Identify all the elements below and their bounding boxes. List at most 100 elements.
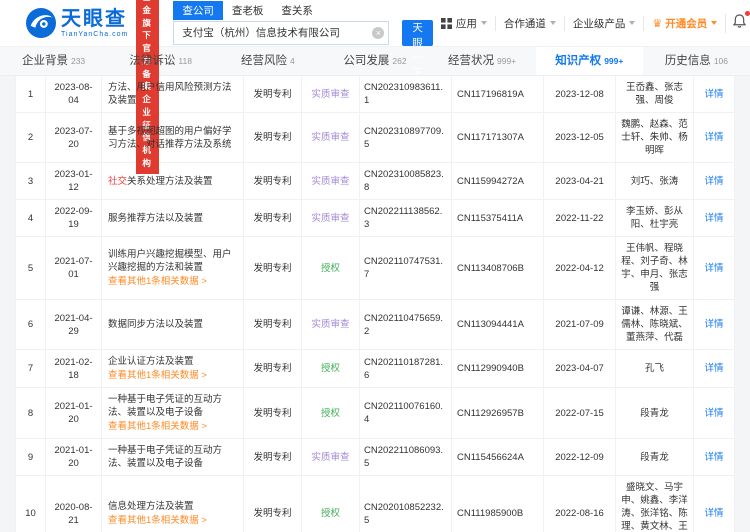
tab-count: 4 [289,56,295,66]
patent-name-cell: 基于多视图超图的用户偏好学习方法、对话推荐方法及系统 [102,113,244,162]
menu-cooperation[interactable]: 合作通道 [494,15,564,31]
patent-name: 关系处理方法及装置 [127,175,213,187]
publication-date: 2023-12-08 [544,76,616,112]
tab-company-background[interactable]: 企业背景 233 [0,47,107,75]
publication-number: CN111985900B [452,476,544,532]
row-index: 5 [16,237,46,299]
table-row: 2 2023-07-20 基于多视图超图的用户偏好学习方法、对话推荐方法及系统 … [16,113,734,163]
detail-link[interactable]: 详情 [704,212,723,225]
tianyancha-logo[interactable]: 天眼查 TianYanCha.com [26,8,128,38]
search-area: 查公司 查老板 查关系 × 天眼一下 [173,0,433,79]
detail-link[interactable]: 详情 [704,407,723,420]
status-badge: 实质审查 [311,88,350,100]
related-data-link[interactable]: 查看其他1条相关数据 > [108,420,237,433]
row-index: 10 [16,476,46,532]
table-row: 10 2020-08-21 信息处理方法及装置 查看其他1条相关数据 > 发明专… [16,476,734,532]
menu-vip[interactable]: ♛ 开通会员 [643,15,725,31]
tab-company-development[interactable]: 公司发展 262 [321,47,428,75]
application-date: 2020-08-21 [46,476,102,532]
patent-type: 发明专利 [244,76,302,112]
patent-name-cell: 服务推荐方法以及装置 [102,200,244,236]
related-data-link[interactable]: 查看其他1条相关数据 > [108,369,207,382]
tab-count: 262 [392,56,407,66]
tab-business-status[interactable]: 经营状况 999+ [429,47,536,75]
tab-label: 法律诉讼 [129,55,176,67]
publication-number: CN113094441A [452,300,544,349]
status-badge: 实质审查 [311,319,350,330]
clear-icon[interactable]: × [372,26,385,39]
application-date: 2021-07-01 [46,237,102,299]
detail-link[interactable]: 详情 [704,318,723,331]
menu-enterprise[interactable]: 企业级产品 [563,15,644,31]
patent-type: 发明专利 [244,200,302,236]
row-index: 8 [16,388,46,438]
detail-cell: 详情 [694,476,734,532]
patent-name: 训练用户兴趣挖掘模型、用户兴趣挖掘的方法和装置 [108,249,232,273]
application-number: CN202110076160.4 [360,388,452,438]
status-badge: 授权 [320,363,340,374]
inventors: 魏鹏、赵森、范士轩、朱帅、杨明晖 [616,113,694,162]
status-cell: 实质审查 [302,76,360,112]
tab-intellectual-property[interactable]: 知识产权 999+ [535,47,643,75]
detail-cell: 详情 [694,76,734,112]
table-row: 7 2021-02-18 企业认证方法及装置 查看其他1条相关数据 > 发明专利… [16,350,734,388]
menu-apps[interactable]: 应用 [433,16,495,31]
detail-link[interactable]: 详情 [704,507,723,520]
tab-operating-risk[interactable]: 经营风险 4 [214,47,321,75]
patent-name: 服务推荐方法以及装置 [108,212,204,224]
related-data-link[interactable]: 查看其他1条相关数据 > [108,514,207,527]
table-row: 3 2023-01-12 社交关系处理方法及装置 发明专利 实质审查 CN202… [16,163,734,200]
publication-date: 2022-11-22 [544,200,616,236]
status-cell: 实质审查 [302,163,360,199]
row-index: 7 [16,350,46,387]
patent-name-cell: 信息处理方法及装置 查看其他1条相关数据 > [102,476,244,532]
application-date: 2022-09-19 [46,200,102,236]
patent-name: 基于多视图超图的用户偏好学习方法、对话推荐方法及系统 [108,125,232,150]
detail-link[interactable]: 详情 [704,262,723,275]
status-cell: 实质审查 [302,439,360,475]
tab-label: 经营风险 [240,55,287,67]
tab-history-info[interactable]: 历史信息 106 [643,47,750,75]
detail-link[interactable]: 详情 [704,131,723,144]
application-number: CN202310085823.8 [360,163,452,199]
inventors: 孔飞 [616,350,694,387]
search-tab-company[interactable]: 查公司 [173,0,223,20]
search-row: × 天眼一下 [173,19,433,79]
inventors: 刘巧、张涛 [616,163,694,199]
tab-label: 历史信息 [664,55,711,67]
notification-dot [745,10,750,16]
tab-count: 999+ [497,56,517,66]
inventors: 盛晓文、马宇申、姚鑫、李洋涛、张洋铭、陈理、黄文林、王明利 [616,476,694,532]
search-tab-boss[interactable]: 查老板 [223,1,273,20]
search-input[interactable] [173,20,390,45]
apps-grid-icon [440,17,452,29]
detail-cell: 详情 [694,200,734,236]
tab-legal-proceedings[interactable]: 法律诉讼 118 [107,47,214,75]
publication-date: 2021-07-09 [544,300,616,349]
publication-date: 2022-04-12 [544,237,616,299]
inventors: 王岙鑫、张志强、周俊 [616,76,694,112]
publication-date: 2022-07-15 [544,388,616,438]
patent-type: 发明专利 [244,163,302,199]
status-badge: 授权 [320,407,340,419]
inventors: 段青龙 [616,388,694,438]
detail-link[interactable]: 详情 [704,451,723,464]
search-input-box: × [173,20,390,45]
related-data-link[interactable]: 查看其他1条相关数据 > [108,275,237,288]
table-row: 9 2021-01-20 一种基于电子凭证的互动方法、装置以及电子设备 发明专利… [16,439,734,476]
detail-link[interactable]: 详情 [704,88,723,101]
notification-bell[interactable] [725,10,750,33]
detail-link[interactable]: 详情 [704,362,723,375]
search-button[interactable]: 天眼一下 [402,19,433,79]
publication-date: 2022-12-09 [544,439,616,475]
application-number: CN202110747531.7 [360,237,452,299]
application-date: 2023-07-20 [46,113,102,162]
top-bar: 天眼查 TianYanCha.com 国家中小企业发展子基金旗下 官方备案企业征… [0,0,750,174]
status-badge: 实质审查 [311,451,350,463]
tab-count: 999+ [604,56,624,66]
search-tab-relation[interactable]: 查关系 [272,1,322,20]
detail-link[interactable]: 详情 [704,175,723,188]
application-date: 2021-01-20 [46,388,102,438]
highlighted-term: 社交 [108,175,128,187]
patent-name: 方法、用户信用风险预测方法及装置 [108,82,232,106]
